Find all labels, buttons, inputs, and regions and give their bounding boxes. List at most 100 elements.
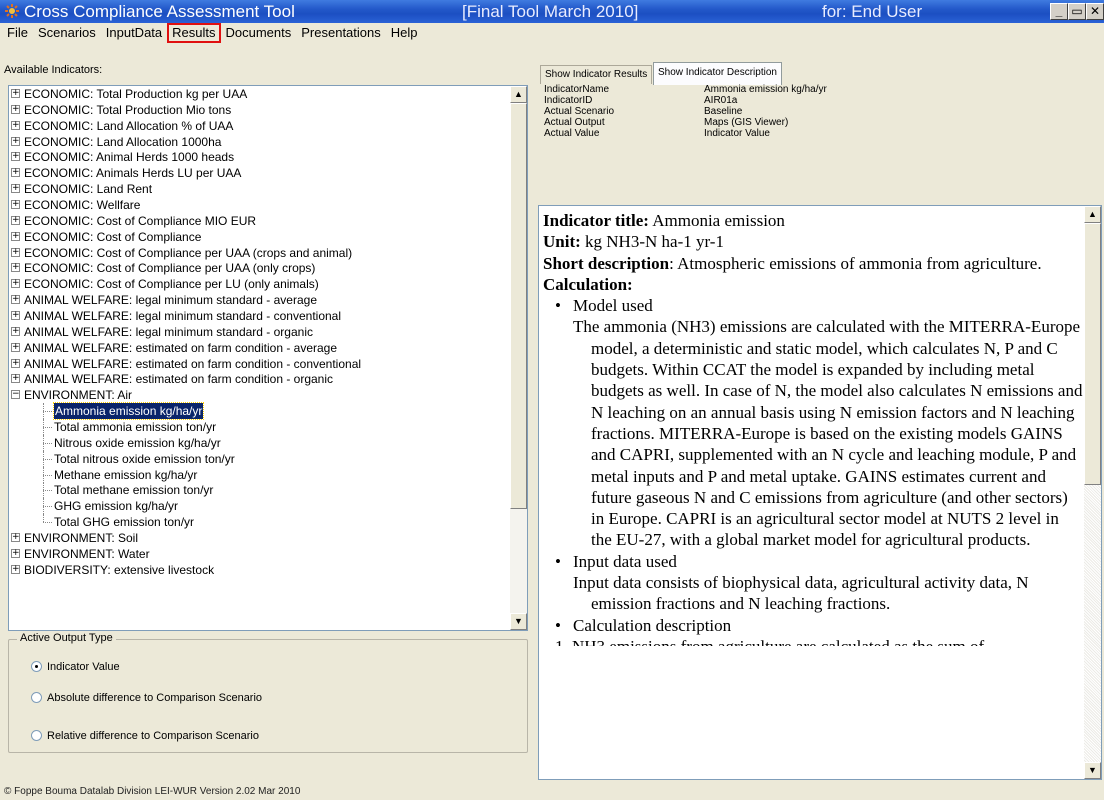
tree-group-item[interactable]: + ECONOMIC: Cost of Compliance MIO EUR [9,213,511,229]
tree-group-item[interactable]: + ECONOMIC: Cost of Compliance per UAA (c… [9,245,511,261]
expand-icon[interactable]: + [11,231,20,241]
tab-show-indicator-results[interactable]: Show Indicator Results [540,65,653,84]
tree-line [43,427,52,429]
expand-icon[interactable]: + [11,548,20,558]
expand-icon[interactable]: + [11,136,20,146]
tree-group-item[interactable]: + ECONOMIC: Cost of Compliance [9,229,511,245]
indicator-description-panel[interactable]: Indicator title: Ammonia emission Unit: … [538,205,1102,780]
tree-line [43,514,44,523]
tree-scroll-thumb[interactable] [510,103,527,509]
expand-icon[interactable]: + [11,104,20,114]
menu-results[interactable]: Results [167,23,221,43]
title-bar[interactable]: Cross Compliance Assessment Tool [Final … [0,0,1104,23]
expand-icon[interactable]: + [11,311,20,321]
radio-unchecked-icon [31,692,42,703]
tree-child-item[interactable]: Total nitrous oxide emission ton/yr [9,450,511,467]
tab-show-indicator-description[interactable]: Show Indicator Description [653,62,782,85]
tree-child-item[interactable]: Nitrous oxide emission kg/ha/yr [9,434,511,451]
expand-icon[interactable]: + [11,200,20,210]
expand-icon[interactable]: + [11,279,20,289]
tree-item-label: ANIMAL WELFARE: estimated on farm condit… [24,356,362,371]
expand-icon[interactable]: + [11,215,20,225]
minimize-button[interactable]: _ [1050,3,1068,20]
tree-group-item[interactable]: + ANIMAL WELFARE: legal minimum standard … [9,324,511,340]
tree-group-item[interactable]: + ANIMAL WELFARE: legal minimum standard … [9,292,511,308]
expand-icon[interactable]: + [11,89,20,98]
desc-model-text: The ammonia (NH3) emissions are calculat… [573,317,1083,550]
tree-scrollbar[interactable]: ▲ ▼ [510,86,527,630]
maximize-button[interactable]: ▭ [1068,3,1086,20]
expand-icon[interactable]: + [11,184,20,194]
tree-child-item[interactable]: Ammonia emission kg/ha/yr [9,402,511,421]
expand-icon[interactable]: + [11,263,20,273]
tree-item-label: ECONOMIC: Cost of Compliance MIO EUR [24,213,257,228]
tree-group-item[interactable]: + ECONOMIC: Total Production kg per UAA [9,86,511,102]
tree-child-item[interactable]: Total ammonia emission ton/yr [9,419,511,436]
user-label: for: End User [822,2,923,21]
tree-group-item[interactable]: + ECONOMIC: Cost of Compliance per UAA (o… [9,260,511,276]
tree-group-item[interactable]: + ANIMAL WELFARE: estimated on farm condi… [9,340,511,356]
tree-child-item[interactable]: Methane emission kg/ha/yr [9,466,511,483]
tree-item-label: ANIMAL WELFARE: estimated on farm condit… [24,372,334,387]
menu-inputdata[interactable]: InputData [101,23,167,43]
tree-group-item[interactable]: + ECONOMIC: Cost of Compliance per LU (on… [9,276,511,292]
expand-icon[interactable]: + [11,120,20,130]
expand-icon[interactable]: + [11,326,20,336]
tree-item-label: ENVIRONMENT: Air [24,388,133,403]
tree-group-item[interactable]: + ECONOMIC: Land Allocation % of UAA [9,118,511,134]
tree-group-item[interactable]: + ECONOMIC: Land Allocation 1000ha [9,134,511,150]
tree-line [43,474,52,476]
description-scroll-thumb[interactable] [1084,223,1101,485]
meta-key: IndicatorName [544,84,610,95]
expand-icon[interactable]: + [11,564,20,574]
expand-icon[interactable]: + [11,168,20,178]
tree-group-item[interactable]: + ENVIRONMENT: Water [9,546,511,562]
radio-label: Relative difference to Comparison Scenar… [47,730,259,742]
scroll-up-icon[interactable]: ▲ [1084,206,1101,223]
scroll-down-icon[interactable]: ▼ [1084,762,1101,779]
scroll-down-icon[interactable]: ▼ [510,613,527,630]
menu-scenarios[interactable]: Scenarios [33,23,101,43]
meta-key: IndicatorID [544,95,593,106]
tree-item-label: ECONOMIC: Land Allocation 1000ha [24,134,222,149]
menu-help[interactable]: Help [386,23,423,43]
description-scrollbar[interactable]: ▲ ▼ [1084,206,1101,779]
expand-icon[interactable]: + [11,295,20,305]
expand-icon[interactable]: + [11,374,20,384]
expand-icon[interactable]: + [11,342,20,352]
tree-group-item[interactable]: + ECONOMIC: Animal Herds 1000 heads [9,149,511,165]
scroll-up-icon[interactable]: ▲ [510,86,527,103]
window-title: Cross Compliance Assessment Tool [24,2,295,21]
tree-group-item[interactable]: + ANIMAL WELFARE: legal minimum standard … [9,308,511,324]
menu-file[interactable]: File [2,23,33,43]
tree-group-item[interactable]: + ECONOMIC: Animals Herds LU per UAA [9,165,511,181]
app-icon [5,4,19,18]
tree-group-item[interactable]: + ECONOMIC: Land Rent [9,181,511,197]
tree-child-item[interactable]: Total methane emission ton/yr [9,482,511,499]
desc-unit-value: kg NH3-N ha-1 yr-1 [585,232,724,252]
indicator-tree[interactable]: + ECONOMIC: Total Production kg per UAA + E… [8,85,528,631]
tree-item-label: ECONOMIC: Cost of Compliance per UAA (cr… [24,245,353,260]
tree-group-item[interactable]: + ANIMAL WELFARE: estimated on farm condi… [9,371,511,387]
expand-icon[interactable]: + [11,533,20,543]
expand-icon[interactable]: + [11,358,20,368]
menu-documents[interactable]: Documents [221,23,297,43]
desc-title-label: Indicator title: [543,211,649,230]
tree-group-item[interactable]: + ECONOMIC: Wellfare [9,197,511,213]
desc-input-text: Input data consists of biophysical data,… [573,573,1029,614]
tree-group-item[interactable]: + ANIMAL WELFARE: estimated on farm condi… [9,356,511,372]
collapse-icon[interactable]: − [11,390,20,400]
tree-group-item[interactable]: + ENVIRONMENT: Soil [9,530,511,546]
close-button[interactable]: ✕ [1086,3,1104,20]
tree-child-item[interactable]: Total GHG emission ton/yr [9,514,511,530]
expand-icon[interactable]: + [11,152,20,162]
expand-icon[interactable]: + [11,247,20,257]
active-output-type-group: Active Output Type Indicator Value Absol… [8,632,528,753]
tree-group-item[interactable]: − ENVIRONMENT: Air [9,387,511,403]
tree-group-item[interactable]: + ECONOMIC: Total Production Mio tons [9,102,511,118]
tree-child-item[interactable]: GHG emission kg/ha/yr [9,498,511,515]
tree-group-item[interactable]: + BIODIVERSITY: extensive livestock [9,562,511,578]
radio-label: Indicator Value [47,661,120,673]
tree-line [43,442,52,444]
menu-presentations[interactable]: Presentations [296,23,386,43]
